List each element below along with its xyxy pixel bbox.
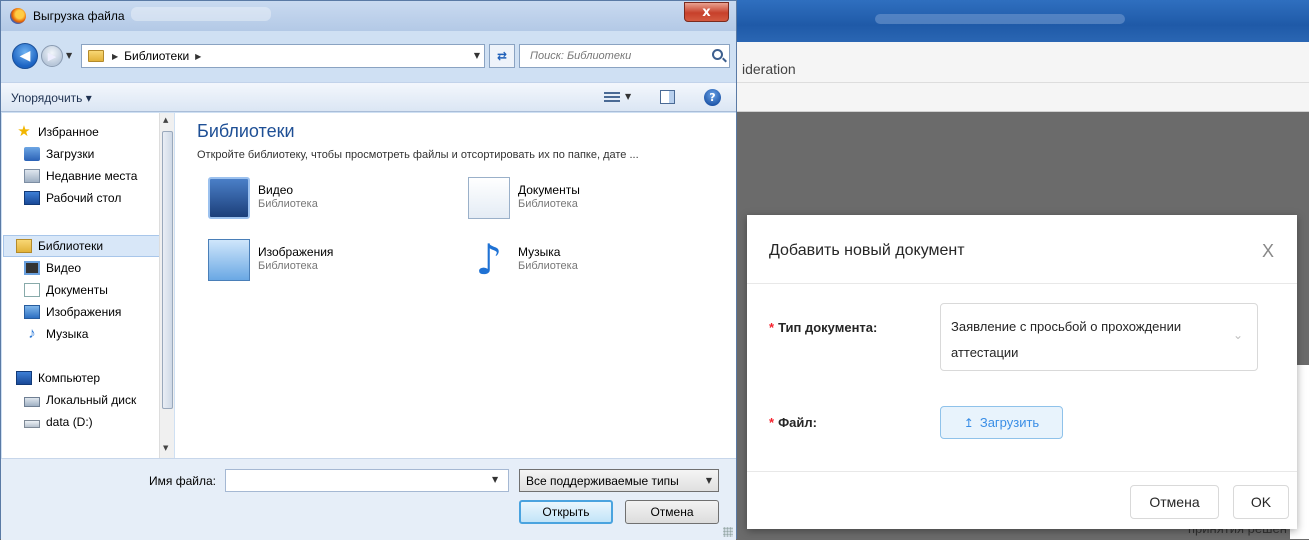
open-button[interactable]: Открыть — [519, 500, 613, 524]
breadcrumb-arrow-icon[interactable]: ▶ — [112, 52, 118, 61]
nav-item-downloads[interactable]: Загрузки — [24, 144, 156, 164]
search-input[interactable]: Поиск: Библиотеки — [519, 44, 730, 68]
navigation-row: ◀ ▶ ▼ ▶ Библиотеки ▶ ▼ ⇄ Поиск: Библиоте… — [1, 39, 736, 73]
history-dropdown-icon[interactable]: ▼ — [66, 51, 72, 60]
music-note-icon: ♪ — [28, 325, 36, 342]
downloads-folder-icon — [24, 147, 40, 161]
upload-button[interactable]: ↥ Загрузить — [940, 406, 1063, 439]
nav-item-documents[interactable]: Документы — [24, 280, 156, 300]
breadcrumb-libraries[interactable]: Библиотеки — [124, 49, 189, 63]
modal-cancel-button[interactable]: Отмена — [1130, 485, 1219, 519]
nav-item-images[interactable]: Изображения — [24, 302, 156, 322]
nav-item-music[interactable]: ♪ Музыка — [24, 324, 156, 344]
navigation-pane: ★ Избранное Загрузки Недавние места Рабоч… — [2, 113, 174, 458]
music-library-icon: ♪ — [475, 235, 503, 284]
recent-places-icon — [24, 169, 40, 183]
nav-scrollbar[interactable]: ▲ ▼ — [159, 113, 174, 458]
modal-ok-button[interactable]: OK — [1233, 485, 1289, 519]
forward-arrow-icon[interactable]: ▶ — [41, 45, 63, 67]
background-window-titlebar — [735, 0, 1309, 42]
refresh-icon[interactable]: ⇄ — [489, 44, 515, 68]
desktop-icon — [24, 191, 40, 205]
nav-item-video[interactable]: Видео — [24, 258, 156, 278]
content-pane: Библиотеки Откройте библиотеку, чтобы пр… — [175, 113, 736, 458]
modal-divider — [747, 471, 1297, 472]
modal-divider — [747, 283, 1297, 284]
dialog-cancel-button[interactable]: Отмена — [625, 500, 719, 524]
modal-close-icon[interactable]: X — [1262, 241, 1274, 262]
search-icon[interactable] — [712, 49, 723, 60]
library-tile-video[interactable]: Видео Библиотека — [208, 177, 428, 223]
images-library-icon — [208, 239, 250, 281]
nav-item-data-drive[interactable]: data (D:) — [24, 412, 156, 432]
firefox-icon — [10, 8, 26, 24]
nav-item-computer[interactable]: Компьютер — [16, 368, 156, 388]
nav-item-desktop[interactable]: Рабочий стол — [24, 188, 156, 208]
scroll-down-arrow-icon[interactable]: ▼ — [163, 444, 168, 452]
nav-item-libraries[interactable]: Библиотеки — [16, 236, 156, 256]
file-type-select[interactable]: Все поддерживаемые типы ▼ — [519, 469, 719, 492]
folder-icon — [88, 50, 104, 62]
doc-type-select[interactable]: Заявление с просьбой о прохождении аттес… — [940, 303, 1258, 371]
chevron-down-icon: ⌄ — [1233, 328, 1244, 342]
view-dropdown-icon[interactable]: ▼ — [625, 92, 631, 101]
dialog-bottom-bar: Имя файла: ▼ Все поддерживаемые типы ▼ О… — [1, 458, 736, 540]
preview-pane-icon[interactable] — [660, 90, 675, 104]
command-bar: Упорядочить ▾ ▼ ? — [1, 82, 736, 112]
add-document-modal: Добавить новый документ X * Тип документа… — [747, 215, 1297, 529]
documents-icon — [24, 283, 40, 297]
blurred-title — [875, 14, 1125, 24]
dialog-titlebar[interactable]: Выгрузка файла x — [1, 1, 736, 31]
scrollbar-thumb[interactable] — [162, 131, 173, 409]
search-placeholder: Поиск: Библиотеки — [530, 50, 632, 62]
view-options-icon[interactable] — [604, 90, 620, 104]
back-arrow-icon[interactable]: ◀ — [12, 43, 38, 69]
required-mark: * — [769, 415, 775, 430]
nav-item-recent[interactable]: Недавние места — [24, 166, 156, 186]
libraries-subtitle: Откройте библиотеку, чтобы просмотреть ф… — [197, 149, 639, 161]
nav-item-favorites[interactable]: ★ Избранное — [16, 122, 156, 142]
address-dropdown-icon[interactable]: ▼ — [474, 51, 480, 60]
address-bar[interactable]: ▶ Библиотеки ▶ ▼ — [81, 44, 485, 68]
computer-icon — [16, 371, 32, 385]
filename-label: Имя файла: — [149, 474, 216, 488]
video-library-icon — [208, 177, 250, 219]
dialog-close-button[interactable]: x — [684, 2, 729, 22]
dialog-title: Выгрузка файла — [33, 9, 125, 23]
file-upload-dialog: Выгрузка файла x ◀ ▶ ▼ ▶ Библиотеки ▶ ▼ … — [0, 0, 737, 540]
help-icon[interactable]: ? — [704, 89, 721, 106]
libraries-folder-icon — [16, 239, 32, 253]
upload-icon: ↥ — [963, 415, 974, 430]
background-browser-toolbar — [735, 42, 1309, 112]
resize-grip-icon[interactable] — [723, 527, 733, 537]
drive-icon — [24, 420, 40, 428]
scroll-up-arrow-icon[interactable]: ▲ — [163, 116, 168, 124]
star-icon: ★ — [17, 123, 31, 140]
documents-library-icon — [468, 177, 510, 219]
doc-type-label: * Тип документа: — [769, 320, 878, 335]
filename-input[interactable] — [225, 469, 509, 492]
file-label: * Файл: — [769, 415, 817, 430]
local-disk-icon — [24, 396, 40, 407]
video-icon — [24, 261, 40, 275]
doc-type-value: Заявление с просьбой о прохождении аттес… — [951, 319, 1182, 360]
libraries-heading: Библиотеки — [197, 121, 295, 141]
organize-menu[interactable]: Упорядочить ▾ — [11, 91, 92, 105]
breadcrumb-arrow-icon[interactable]: ▶ — [195, 52, 201, 61]
background-tab-text: ideration — [742, 61, 796, 77]
modal-title: Добавить новый документ — [769, 242, 965, 259]
library-tile-documents[interactable]: Документы Библиотека — [468, 177, 688, 223]
library-tile-images[interactable]: Изображения Библиотека — [208, 239, 428, 285]
required-mark: * — [769, 320, 775, 335]
file-type-value: Все поддерживаемые типы — [526, 474, 679, 488]
library-tile-music[interactable]: ♪ Музыка Библиотека — [468, 239, 688, 285]
nav-item-local-disk[interactable]: Локальный диск — [24, 390, 156, 410]
chevron-down-icon: ▼ — [705, 476, 712, 485]
images-icon — [24, 305, 40, 319]
filename-dropdown-icon[interactable]: ▼ — [492, 475, 498, 484]
